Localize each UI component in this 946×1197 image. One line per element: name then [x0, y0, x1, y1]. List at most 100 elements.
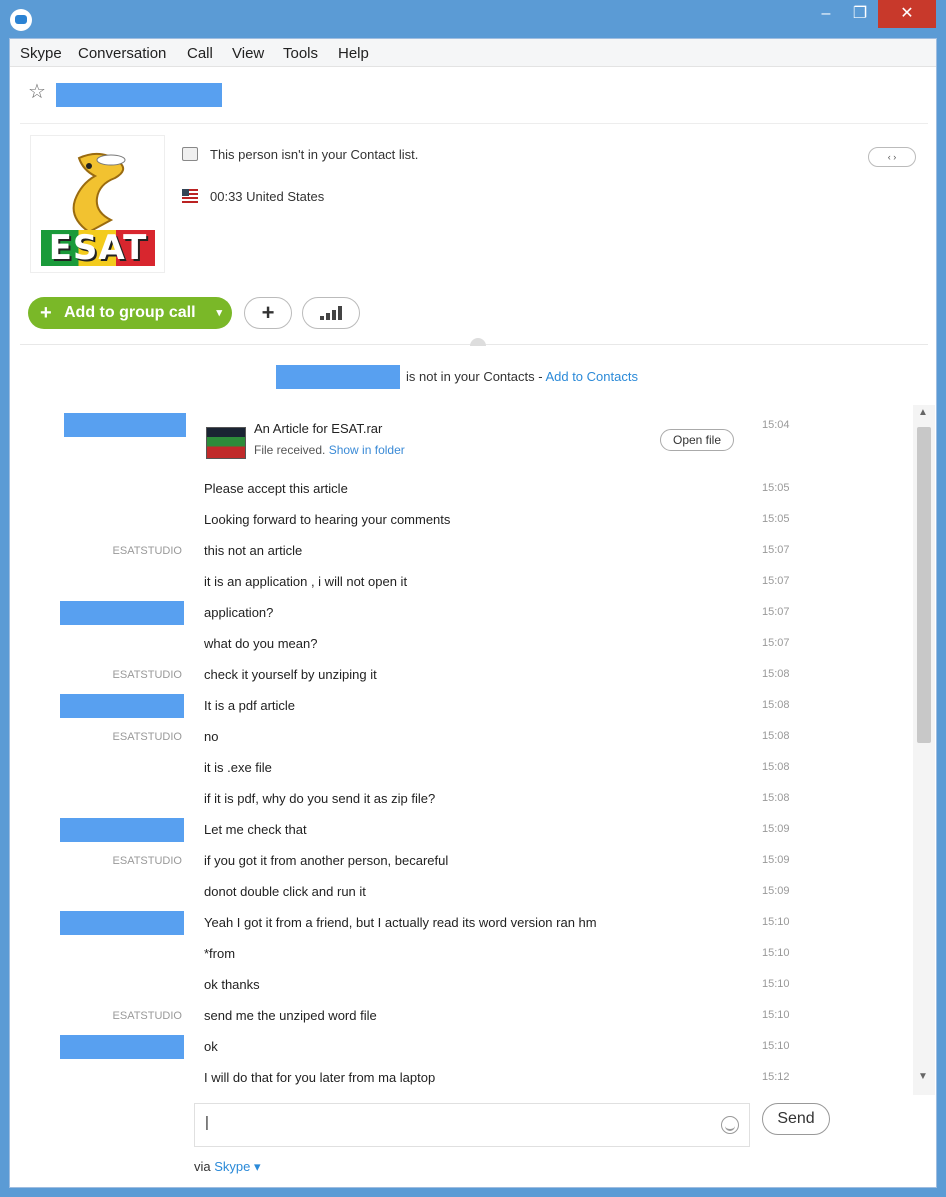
- sender-name: ESATSTUDIO: [112, 669, 182, 681]
- via-selector: via Skype ▾: [194, 1159, 261, 1174]
- message-time: 15:10: [762, 1040, 790, 1052]
- sender-name: ESATSTUDIO: [112, 731, 182, 743]
- message-text: it is .exe file: [204, 760, 272, 775]
- message-time: 15:09: [762, 885, 790, 897]
- message-text: no: [204, 729, 219, 744]
- message-time: 15:10: [762, 978, 790, 990]
- message-text: send me the unziped word file: [204, 1008, 377, 1023]
- collapse-handle[interactable]: [470, 338, 486, 346]
- menu-view[interactable]: View: [232, 45, 264, 62]
- snake-logo-icon: [72, 152, 126, 234]
- send-button[interactable]: Send: [762, 1103, 830, 1135]
- scroll-thumb[interactable]: [917, 427, 931, 743]
- file-thumbnail-icon: [206, 427, 246, 459]
- sender-redacted: [60, 601, 184, 625]
- menu-help[interactable]: Help: [338, 45, 369, 62]
- message-time: 15:07: [762, 575, 790, 587]
- message-time: 15:09: [762, 854, 790, 866]
- title-bar: – ❐ ✕: [0, 0, 946, 38]
- scroll-down-icon[interactable]: ▼: [918, 1071, 928, 1082]
- sender-name: ESATSTUDIO: [112, 1010, 182, 1022]
- notice-name-redacted: [276, 365, 400, 389]
- not-in-contacts-notice: is not in your Contacts - Add to Contact…: [10, 365, 936, 389]
- message-time: 15:05: [762, 482, 790, 494]
- plus-icon: +: [40, 302, 52, 324]
- message-text: ok: [204, 1039, 218, 1054]
- via-skype-dropdown[interactable]: Skype ▾: [214, 1159, 260, 1174]
- conversation-window: Skype Conversation Call View Tools Help …: [9, 38, 937, 1188]
- maximize-button[interactable]: ❐: [840, 0, 880, 28]
- chat-scrollbar[interactable]: ▲ ▼: [913, 405, 935, 1095]
- scroll-up-icon[interactable]: ▲: [918, 407, 928, 418]
- message-text: ok thanks: [204, 977, 260, 992]
- sender-redacted: [60, 694, 184, 718]
- message-text: donot double click and run it: [204, 884, 366, 899]
- add-to-group-call-button[interactable]: + Add to group call ▾: [28, 297, 232, 329]
- us-flag-icon: [182, 189, 198, 203]
- sender-redacted: [60, 818, 184, 842]
- favorite-star-icon[interactable]: ☆: [28, 81, 46, 103]
- skype-icon: [10, 9, 32, 31]
- message-history: An Article for ESAT.rar File received. S…: [10, 405, 930, 1095]
- message-time: 15:08: [762, 792, 790, 804]
- menu-tools[interactable]: Tools: [283, 45, 318, 62]
- message-time: 15:05: [762, 513, 790, 525]
- message-time: 15:07: [762, 544, 790, 556]
- message-time: 15:08: [762, 699, 790, 711]
- message-text: it is an application , i will not open i…: [204, 574, 408, 589]
- message-text: this not an article: [204, 543, 303, 558]
- message-time: 15:08: [762, 668, 790, 680]
- location-row: 00:33 United States: [182, 189, 324, 204]
- message-text: *from: [204, 946, 236, 961]
- contact-name-redacted: [56, 83, 222, 107]
- contact-status-text: This person isn't in your Contact list.: [210, 147, 419, 162]
- show-in-folder-link[interactable]: Show in folder: [329, 443, 405, 457]
- sender-redacted: [60, 911, 184, 935]
- sender-redacted: [64, 413, 186, 437]
- message-text: I will do that for you later from ma lap…: [204, 1070, 436, 1085]
- message-time: 15:12: [762, 1071, 790, 1083]
- notice-text: is not in your Contacts -: [406, 369, 546, 384]
- message-time: 15:04: [762, 419, 790, 431]
- file-status: File received. Show in folder: [254, 443, 405, 457]
- sender-name: ESATSTUDIO: [112, 855, 182, 867]
- signal-bars-icon: [320, 305, 342, 320]
- profile-nav-arrows[interactable]: ‹ ›: [868, 147, 916, 167]
- message-time: 15:10: [762, 1009, 790, 1021]
- message-time: 15:10: [762, 916, 790, 928]
- message-time: 15:08: [762, 761, 790, 773]
- file-name: An Article for ESAT.rar: [254, 421, 383, 436]
- menu-skype[interactable]: Skype: [20, 45, 62, 62]
- menu-bar: Skype Conversation Call View Tools Help: [10, 39, 936, 67]
- contact-status-row: This person isn't in your Contact list.: [182, 147, 418, 162]
- message-text: check it yourself by unziping it: [204, 667, 377, 682]
- location-text: 00:33 United States: [210, 189, 325, 204]
- message-time: 15:07: [762, 637, 790, 649]
- message-text: what do you mean?: [204, 636, 318, 651]
- message-text: Let me check that: [204, 822, 307, 837]
- message-text: Yeah I got it from a friend, but I actua…: [204, 915, 597, 930]
- group-call-label: Add to group call: [64, 304, 196, 321]
- message-text: if you got it from another person, becar…: [204, 853, 449, 868]
- message-time: 15:07: [762, 606, 790, 618]
- menu-call[interactable]: Call: [187, 45, 213, 62]
- message-text: Looking forward to hearing your comments: [204, 512, 451, 527]
- add-to-contacts-link[interactable]: Add to Contacts: [545, 369, 638, 384]
- sender-redacted: [60, 1035, 184, 1059]
- message-text: if it is pdf, why do you send it as zip …: [204, 791, 436, 806]
- contact-card-icon: [182, 147, 198, 161]
- message-input[interactable]: |: [194, 1103, 750, 1147]
- add-button[interactable]: +: [244, 297, 292, 329]
- menu-conversation[interactable]: Conversation: [78, 45, 166, 62]
- emoticon-icon[interactable]: [721, 1116, 739, 1134]
- avatar: ESAT: [30, 135, 165, 273]
- close-button[interactable]: ✕: [878, 0, 936, 28]
- message-time: 15:08: [762, 730, 790, 742]
- call-quality-button[interactable]: [302, 297, 360, 329]
- input-caret: |: [205, 1114, 209, 1131]
- message-text: Please accept this article: [204, 481, 348, 496]
- message-text: application?: [204, 605, 274, 620]
- esat-logo-text: ESAT: [41, 230, 155, 266]
- open-file-button[interactable]: Open file: [660, 429, 734, 451]
- message-time: 15:10: [762, 947, 790, 959]
